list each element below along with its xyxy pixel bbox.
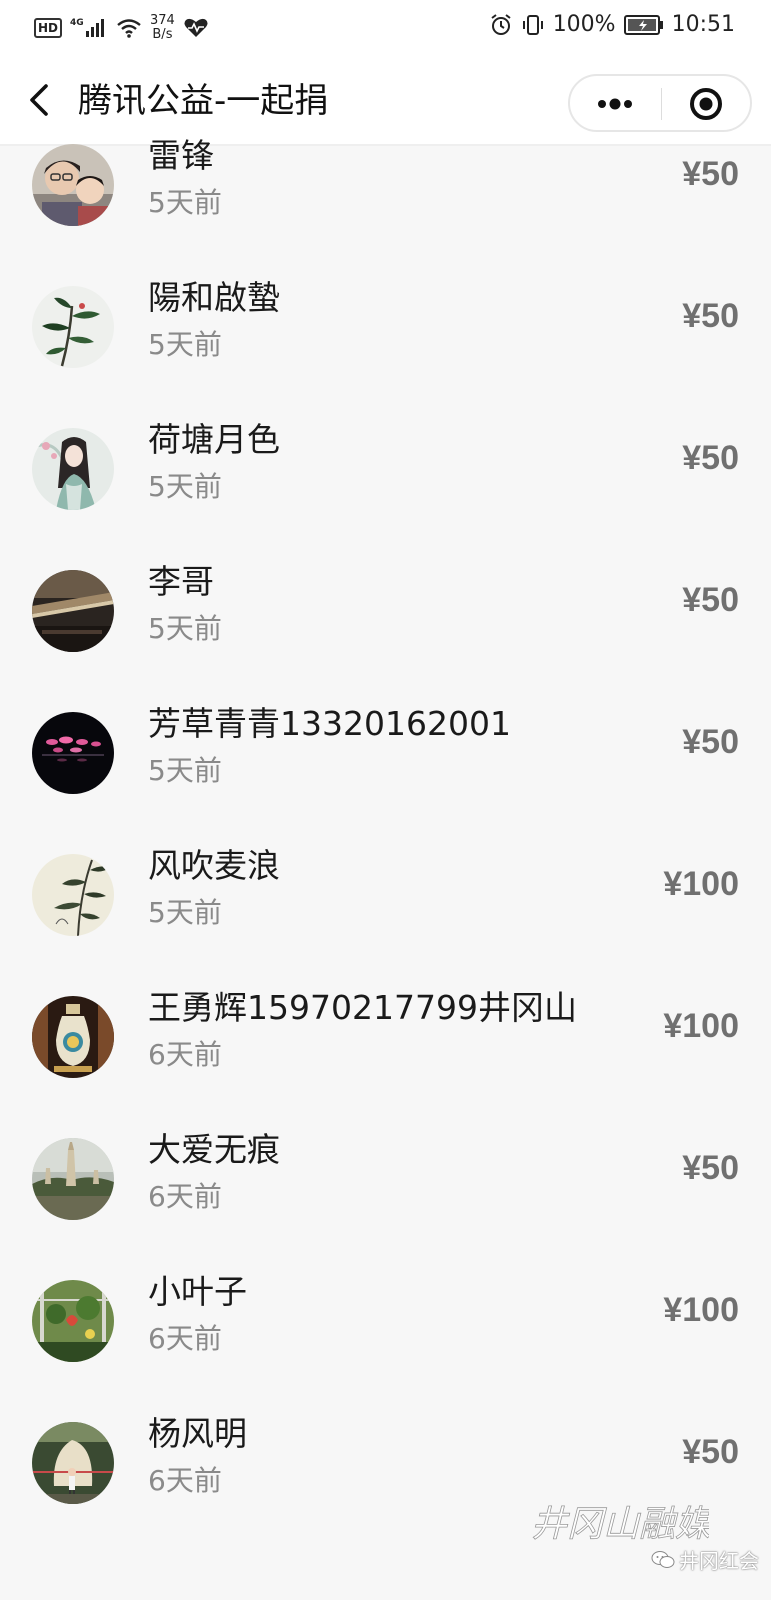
donor-row[interactable]: 大爱无痕 6天前 ¥50 xyxy=(0,1098,771,1244)
donor-name: 大爱无痕 xyxy=(148,1130,280,1169)
back-arrow-icon[interactable] xyxy=(24,82,54,118)
status-bar-left: HD 4G 374 B/s xyxy=(34,14,209,42)
donor-row[interactable]: 陽和啟蟄 5天前 ¥50 xyxy=(0,246,771,392)
donation-time: 6天前 xyxy=(148,1464,222,1497)
donor-avatar-painted-lady xyxy=(32,428,114,510)
battery-percentage: 100% xyxy=(552,12,616,37)
battery-icon xyxy=(623,14,664,36)
donation-time: 5天前 xyxy=(148,470,222,503)
donor-row[interactable]: 荷塘月色 5天前 ¥50 xyxy=(0,388,771,534)
donor-avatar-plant xyxy=(32,286,114,368)
donor-name: 杨风明 xyxy=(148,1414,247,1453)
donor-avatar-person-rock xyxy=(32,1422,114,1504)
alarm-icon xyxy=(489,13,513,37)
donor-avatar-vase xyxy=(32,996,114,1078)
donation-amount: ¥50 xyxy=(682,439,739,477)
donor-name: 小叶子 xyxy=(148,1272,247,1311)
donor-name: 荷塘月色 xyxy=(148,420,280,459)
donation-amount: ¥50 xyxy=(682,1433,739,1471)
donation-amount: ¥100 xyxy=(663,865,739,903)
donor-row[interactable]: 李哥 5天前 ¥50 xyxy=(0,530,771,676)
donor-row[interactable]: 王勇辉15970217799井冈山 6天前 ¥100 xyxy=(0,956,771,1102)
donor-avatar-pagoda xyxy=(32,1138,114,1220)
donation-time: 6天前 xyxy=(148,1038,222,1071)
network-speed-value: 374 xyxy=(150,13,175,28)
donation-amount: ¥50 xyxy=(682,723,739,761)
donation-amount: ¥50 xyxy=(682,297,739,335)
donation-amount: ¥50 xyxy=(682,155,739,193)
donation-time: 5天前 xyxy=(148,896,222,929)
network-speed: 374 B/s xyxy=(150,14,175,42)
donation-time: 5天前 xyxy=(148,754,222,787)
donation-time: 5天前 xyxy=(148,328,222,361)
status-bar-right: 100% 10:51 xyxy=(489,12,735,37)
donor-name: 李哥 xyxy=(148,562,214,601)
donor-name: 陽和啟蟄 xyxy=(148,278,280,317)
donor-row[interactable]: 芳草青青13320162001 5天前 ¥50 xyxy=(0,672,771,818)
donor-row[interactable]: 杨风明 6天前 ¥50 xyxy=(0,1382,771,1528)
donor-avatar-garden xyxy=(32,1280,114,1362)
donation-time: 6天前 xyxy=(148,1322,222,1355)
donor-name: 王勇辉15970217799井冈山 xyxy=(148,988,577,1027)
donor-avatar-two-people xyxy=(32,144,114,226)
donor-row[interactable]: 小叶子 6天前 ¥100 xyxy=(0,1240,771,1386)
donor-avatar-dark-object xyxy=(32,570,114,652)
donation-time: 5天前 xyxy=(148,186,222,219)
heart-rate-icon xyxy=(183,17,209,39)
donor-name: 雷锋 xyxy=(148,136,214,175)
donation-time: 5天前 xyxy=(148,612,222,645)
donor-row[interactable]: 雷锋 5天前 ¥50 xyxy=(0,114,771,250)
donation-amount: ¥50 xyxy=(682,581,739,619)
donor-row[interactable]: 风吹麦浪 5天前 ¥100 xyxy=(0,814,771,960)
donor-avatar-bamboo xyxy=(32,854,114,936)
clock-time: 10:51 xyxy=(671,12,735,37)
donation-amount: ¥100 xyxy=(663,1007,739,1045)
donation-time: 6天前 xyxy=(148,1180,222,1213)
donor-name: 芳草青青13320162001 xyxy=(148,704,511,743)
network-speed-unit: B/s xyxy=(152,27,173,42)
network-type-label: 4G xyxy=(70,18,84,28)
donation-amount: ¥100 xyxy=(663,1291,739,1329)
hd-badge: HD xyxy=(34,18,63,38)
vibrate-icon xyxy=(521,13,545,37)
donor-name: 风吹麦浪 xyxy=(148,846,280,885)
donor-list[interactable]: 雷锋 5天前 ¥50 陽和啟蟄 5天前 ¥50 荷塘月色 5天前 ¥50 李哥 … xyxy=(0,114,771,1600)
wifi-icon xyxy=(116,17,142,39)
status-bar: HD 4G 374 B/s 100% 10:51 xyxy=(0,0,771,56)
donation-amount: ¥50 xyxy=(682,1149,739,1187)
cellular-signal-icon: 4G xyxy=(70,15,108,41)
donor-avatar-lotus-lights xyxy=(32,712,114,794)
